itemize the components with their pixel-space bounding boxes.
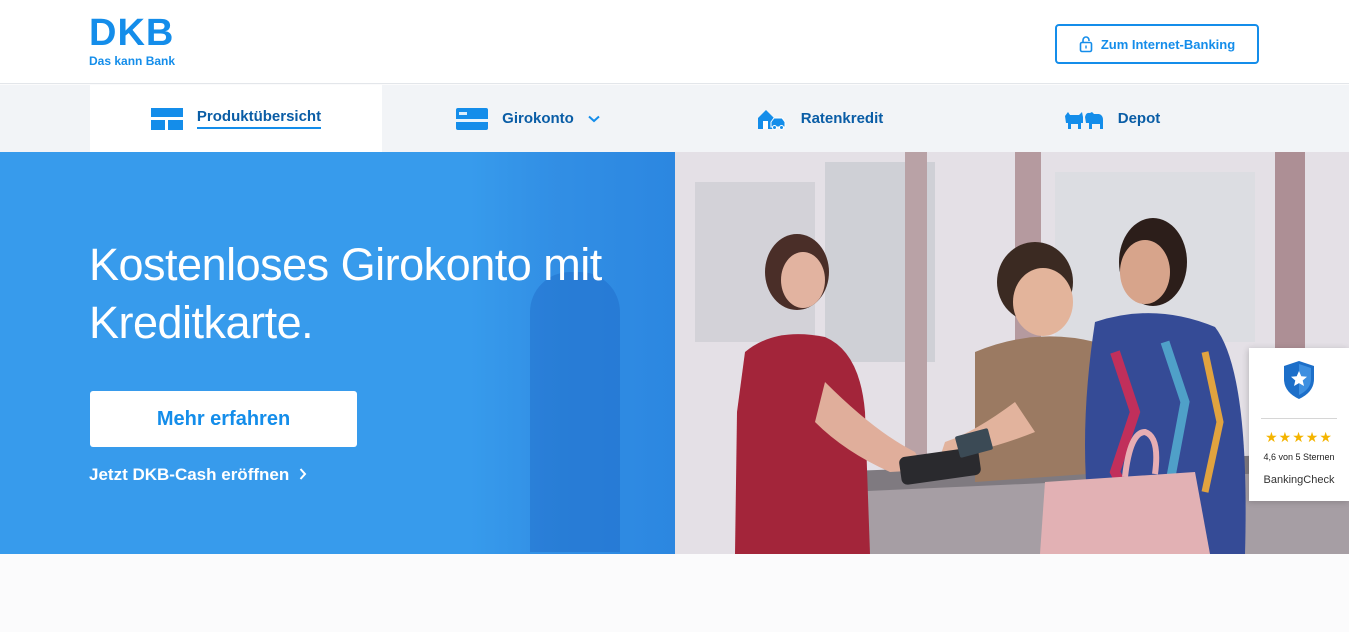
- nav-label-produktuebersicht: Produktübersicht: [196, 108, 322, 129]
- product-overview-icon: [150, 107, 183, 130]
- lock-icon: [1079, 35, 1093, 53]
- photo-illustration: [675, 152, 1349, 554]
- chevron-right-icon: [299, 465, 307, 485]
- hero-title: Kostenloses Girokonto mit Kreditkarte.: [89, 239, 602, 348]
- logo-wordmark: DKB: [89, 12, 175, 54]
- rating-stars: ★★★★★: [1265, 429, 1333, 445]
- rating-divider: [1261, 418, 1337, 419]
- dkb-cash-link-label: Jetzt DKB-Cash eröffnen: [89, 465, 290, 484]
- house-car-icon: [757, 108, 787, 130]
- nav-label-girokonto: Girokonto: [502, 110, 574, 127]
- rating-brand: BankingCheck: [1263, 474, 1335, 486]
- shop-payment-photo: [675, 152, 1349, 554]
- bank-card-icon: [456, 107, 489, 130]
- mehr-erfahren-button[interactable]: Mehr erfahren: [90, 391, 357, 447]
- hero-text-panel: Kostenloses Girokonto mit Kreditkarte. M…: [0, 152, 675, 554]
- internet-banking-button[interactable]: Zum Internet-Banking: [1055, 24, 1259, 64]
- hero-banner: Kostenloses Girokonto mit Kreditkarte. M…: [0, 152, 1349, 554]
- bankingcheck-rating-widget[interactable]: ★★★★★ 4,6 von 5 Sternen BankingCheck: [1249, 348, 1349, 501]
- internet-banking-label: Zum Internet-Banking: [1100, 36, 1236, 52]
- chevron-down-icon[interactable]: [588, 115, 600, 123]
- logo-claim: Das kann Bank: [89, 54, 176, 68]
- nav-item-depot[interactable]: Depot: [966, 85, 1258, 152]
- rating-score-text: 4,6 von 5 Sternen: [1263, 452, 1335, 462]
- nav-item-produktuebersicht[interactable]: Produktübersicht: [90, 85, 382, 152]
- nav-item-girokonto[interactable]: Girokonto: [382, 85, 674, 152]
- shield-star-icon: [1282, 360, 1316, 400]
- site-header: DKB Das kann Bank Zum Internet-Banking: [0, 0, 1349, 84]
- nav-label-ratenkredit: Ratenkredit: [800, 110, 884, 127]
- dkb-logo[interactable]: DKB Das kann Bank: [89, 14, 189, 74]
- bull-bear-icon: [1064, 108, 1104, 130]
- nav-label-depot: Depot: [1117, 110, 1161, 127]
- nav-item-ratenkredit[interactable]: Ratenkredit: [674, 85, 966, 152]
- main-navigation: Produktübersicht Girokonto Ratenkredit D…: [0, 85, 1349, 152]
- dkb-cash-link[interactable]: Jetzt DKB-Cash eröffnen: [89, 465, 307, 485]
